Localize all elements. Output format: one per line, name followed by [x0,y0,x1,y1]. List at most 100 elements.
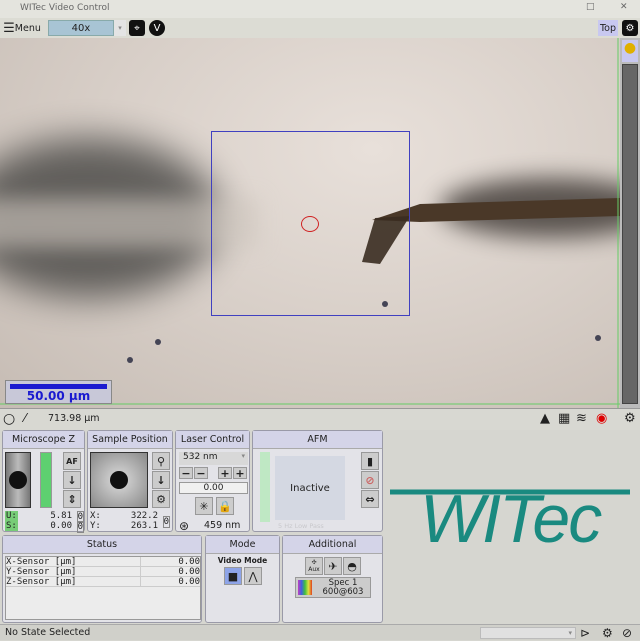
laser-beam-icon[interactable]: ✳ [195,497,213,515]
objective-select[interactable]: 40x [48,20,114,36]
range-icon[interactable]: ⇕ [63,490,81,508]
sample-position-panel: Sample Position ⚲ ↓ ⚙ X: 322.2 Y: 263.1 0 [87,430,173,532]
disable-icon[interactable]: ⊘ [622,625,632,641]
bottom-toolbar: ○ ⁄ 713.98 µm ▲ ▦ ≋ ◉ ⚙ [0,408,640,430]
xy-joystick[interactable] [90,452,148,508]
focus-spot-icon: ⊛ [179,519,190,533]
gear-icon[interactable]: ⚙ [152,490,170,508]
additional-title: Additional [283,536,382,554]
afm-tip-icon[interactable]: ▮ [361,452,379,470]
laser-control-title: Laser Control [176,431,249,449]
power-down-button[interactable]: − [194,467,208,480]
witec-logo: WITec [390,462,638,562]
z-joystick[interactable] [5,452,31,508]
illumination-slider[interactable] [622,64,638,404]
s-value: 0.00 [50,521,72,531]
microscope-z-title: Microscope Z [3,431,84,449]
afm-panel: AFM Inactive 5 Hz Low Pass ▮ ⊘ ⇔ [252,430,383,532]
u-value: 5.81 [50,511,72,521]
sample-position-title: Sample Position [88,431,172,449]
afm-bar [260,452,270,522]
power-up-button[interactable]: + [218,467,232,480]
table-row: X-Sensor [µm] 0.00 [6,557,200,567]
menu-button[interactable]: ☰ Menu [1,20,43,36]
state-select[interactable]: ▾ [480,627,576,639]
mode-label: Video Mode [217,556,268,565]
mode-title: Mode [206,536,279,554]
y-value: 263.1 [130,521,158,531]
bulb-icon[interactable]: ● [622,40,638,62]
laser-marker[interactable] [301,216,319,232]
status-title: Status [3,536,201,554]
maximize-button[interactable]: □ [586,2,595,12]
hamburger-icon: ☰ [3,20,15,36]
airplane-icon[interactable]: ✈ [324,557,342,575]
grid-icon[interactable]: ▦ [558,411,570,426]
ruler-icon[interactable]: ⁄ [24,411,26,425]
chevron-down-icon[interactable]: ▾ [114,20,126,36]
power-down-fast-button[interactable]: − [179,467,193,480]
settings-icon[interactable]: ⚙ [624,411,636,426]
afm-tip-off-icon[interactable]: ⊘ [361,471,379,489]
video-camera-icon[interactable]: ■ [224,567,242,585]
table-row: Z-Sensor [µm] 0.00 [6,577,200,587]
mode-panel: Mode Video Mode ■ ⋀ [205,535,280,623]
xy-zero-button[interactable]: 0 [162,516,170,528]
close-button[interactable]: ✕ [620,2,628,12]
x-label: X: [90,511,101,521]
laser-power-field[interactable]: 0.00 [179,482,248,494]
field-width: 713.98 µm [48,413,100,424]
spectrum-rainbow-icon [298,580,312,595]
afm-approach-icon[interactable]: ⇔ [361,490,379,508]
circle-icon[interactable]: ○ [3,411,15,427]
gear-icon[interactable]: ⚙ [602,625,613,641]
row-name: X-Sensor [µm] [6,557,141,567]
laser-control-panel: Laser Control 532 nm ▾ − − + + 0.00 ✳ 🔒 ⊛… [175,430,250,533]
state-text: No State Selected [5,627,91,638]
spot-size: 459 nm [204,520,241,531]
aux-button[interactable]: ✣ Aux [305,557,323,575]
row-value: 0.00 [178,577,200,587]
scale-bar: 50.00 µm [5,380,112,404]
spectrometer-button[interactable]: Spec 1 600@603 [295,577,371,598]
chevron-down-icon: ▾ [568,629,572,637]
row-value: 0.00 [178,557,200,567]
svg-text:WITec: WITec [420,481,602,557]
toolbar: ☰ Menu 40x ▾ ⌖ V Top ⚙ [0,18,640,38]
status-panel: Status X-Sensor [µm] 0.00 Y-Sensor [µm] 0.… [2,535,202,623]
wavelength-value: 532 nm [183,452,218,462]
u-label: U: [5,511,18,521]
arrow-down-icon[interactable]: ↓ [152,471,170,489]
illumination-strip: ● [620,38,640,408]
autofocus-button[interactable]: AF [63,452,81,470]
wavelength-select[interactable]: 532 nm ▾ [179,452,248,465]
play-icon[interactable]: ⊳ [580,625,590,641]
aux-icon: ✣ [311,559,317,566]
chevron-down-icon: ▾ [241,452,245,460]
lock-icon[interactable]: 🔒 [216,497,234,515]
gear-icon[interactable]: ⚙ [622,20,638,36]
power-up-fast-button[interactable]: + [233,467,247,480]
pin-icon[interactable]: ⚲ [152,452,170,470]
microscope-z-panel: Microscope Z AF ↓ ⇕ U: 5.81 0 S: 0.00 0 [2,430,85,533]
record-icon[interactable]: ◉ [596,411,607,426]
spec-grating: 600@603 [322,587,364,597]
gamepad-icon[interactable]: ◓ [343,557,361,575]
layers-icon[interactable]: ≋ [576,411,587,426]
spectrum-icon[interactable]: ⋀ [244,567,262,585]
row-value: 0.00 [178,567,200,577]
video-view[interactable]: 50.00 µm [0,38,620,408]
top-button[interactable]: Top [598,20,618,36]
mountain-icon[interactable]: ▲ [540,411,550,426]
target-camera-icon[interactable]: ⌖ [129,20,145,36]
x-value: 322.2 [130,511,158,521]
y-label: Y: [90,521,101,531]
s-zero-button[interactable]: 0 [76,521,84,533]
table-row: Y-Sensor [µm] 0.00 [6,567,200,577]
v-icon[interactable]: V [149,20,165,36]
z-position-bar [40,452,52,508]
arrow-down-icon[interactable]: ↓ [63,471,81,489]
s-label: S: [5,521,18,531]
status-table: X-Sensor [µm] 0.00 Y-Sensor [µm] 0.00 Z-Se… [5,556,201,620]
afm-title: AFM [253,431,382,449]
